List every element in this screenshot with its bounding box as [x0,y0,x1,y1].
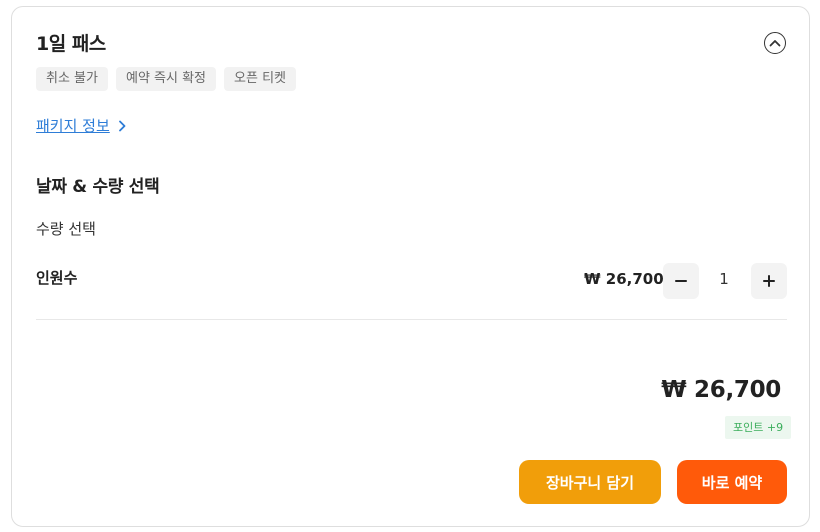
plus-icon [763,275,775,287]
divider [36,319,787,320]
headcount-label: 인원수 [36,269,78,287]
product-option-card: 1일 패스 취소 불가 예약 즉시 확정 오픈 티켓 패키지 정보 날짜 & 수… [11,6,810,527]
package-info-link[interactable]: 패키지 정보 [36,115,126,136]
section-title: 날짜 & 수량 선택 [36,177,160,197]
minus-icon [675,280,687,282]
book-now-button[interactable]: 바로 예약 [677,460,787,504]
quantity-select-label: 수량 선택 [36,220,96,238]
tag-non-refundable: 취소 불가 [36,67,108,91]
unit-price: ₩ 26,700 [584,270,664,288]
tag-list: 취소 불가 예약 즉시 확정 오픈 티켓 [36,67,296,91]
total-price: ₩ 26,700 [661,377,781,403]
quantity-value: 1 [719,270,729,288]
tag-instant-confirm: 예약 즉시 확정 [115,67,217,91]
product-title: 1일 패스 [36,33,106,55]
add-to-cart-button[interactable]: 장바구니 담기 [519,460,661,504]
quantity-increase-button[interactable] [751,263,787,299]
collapse-button[interactable] [764,32,786,54]
chevron-up-icon [769,40,781,47]
quantity-decrease-button[interactable] [663,263,699,299]
package-info-label: 패키지 정보 [36,117,110,135]
points-badge: 포인트 +9 [725,416,792,439]
chevron-right-icon [118,120,126,132]
tag-open-ticket: 오픈 티켓 [224,67,296,91]
